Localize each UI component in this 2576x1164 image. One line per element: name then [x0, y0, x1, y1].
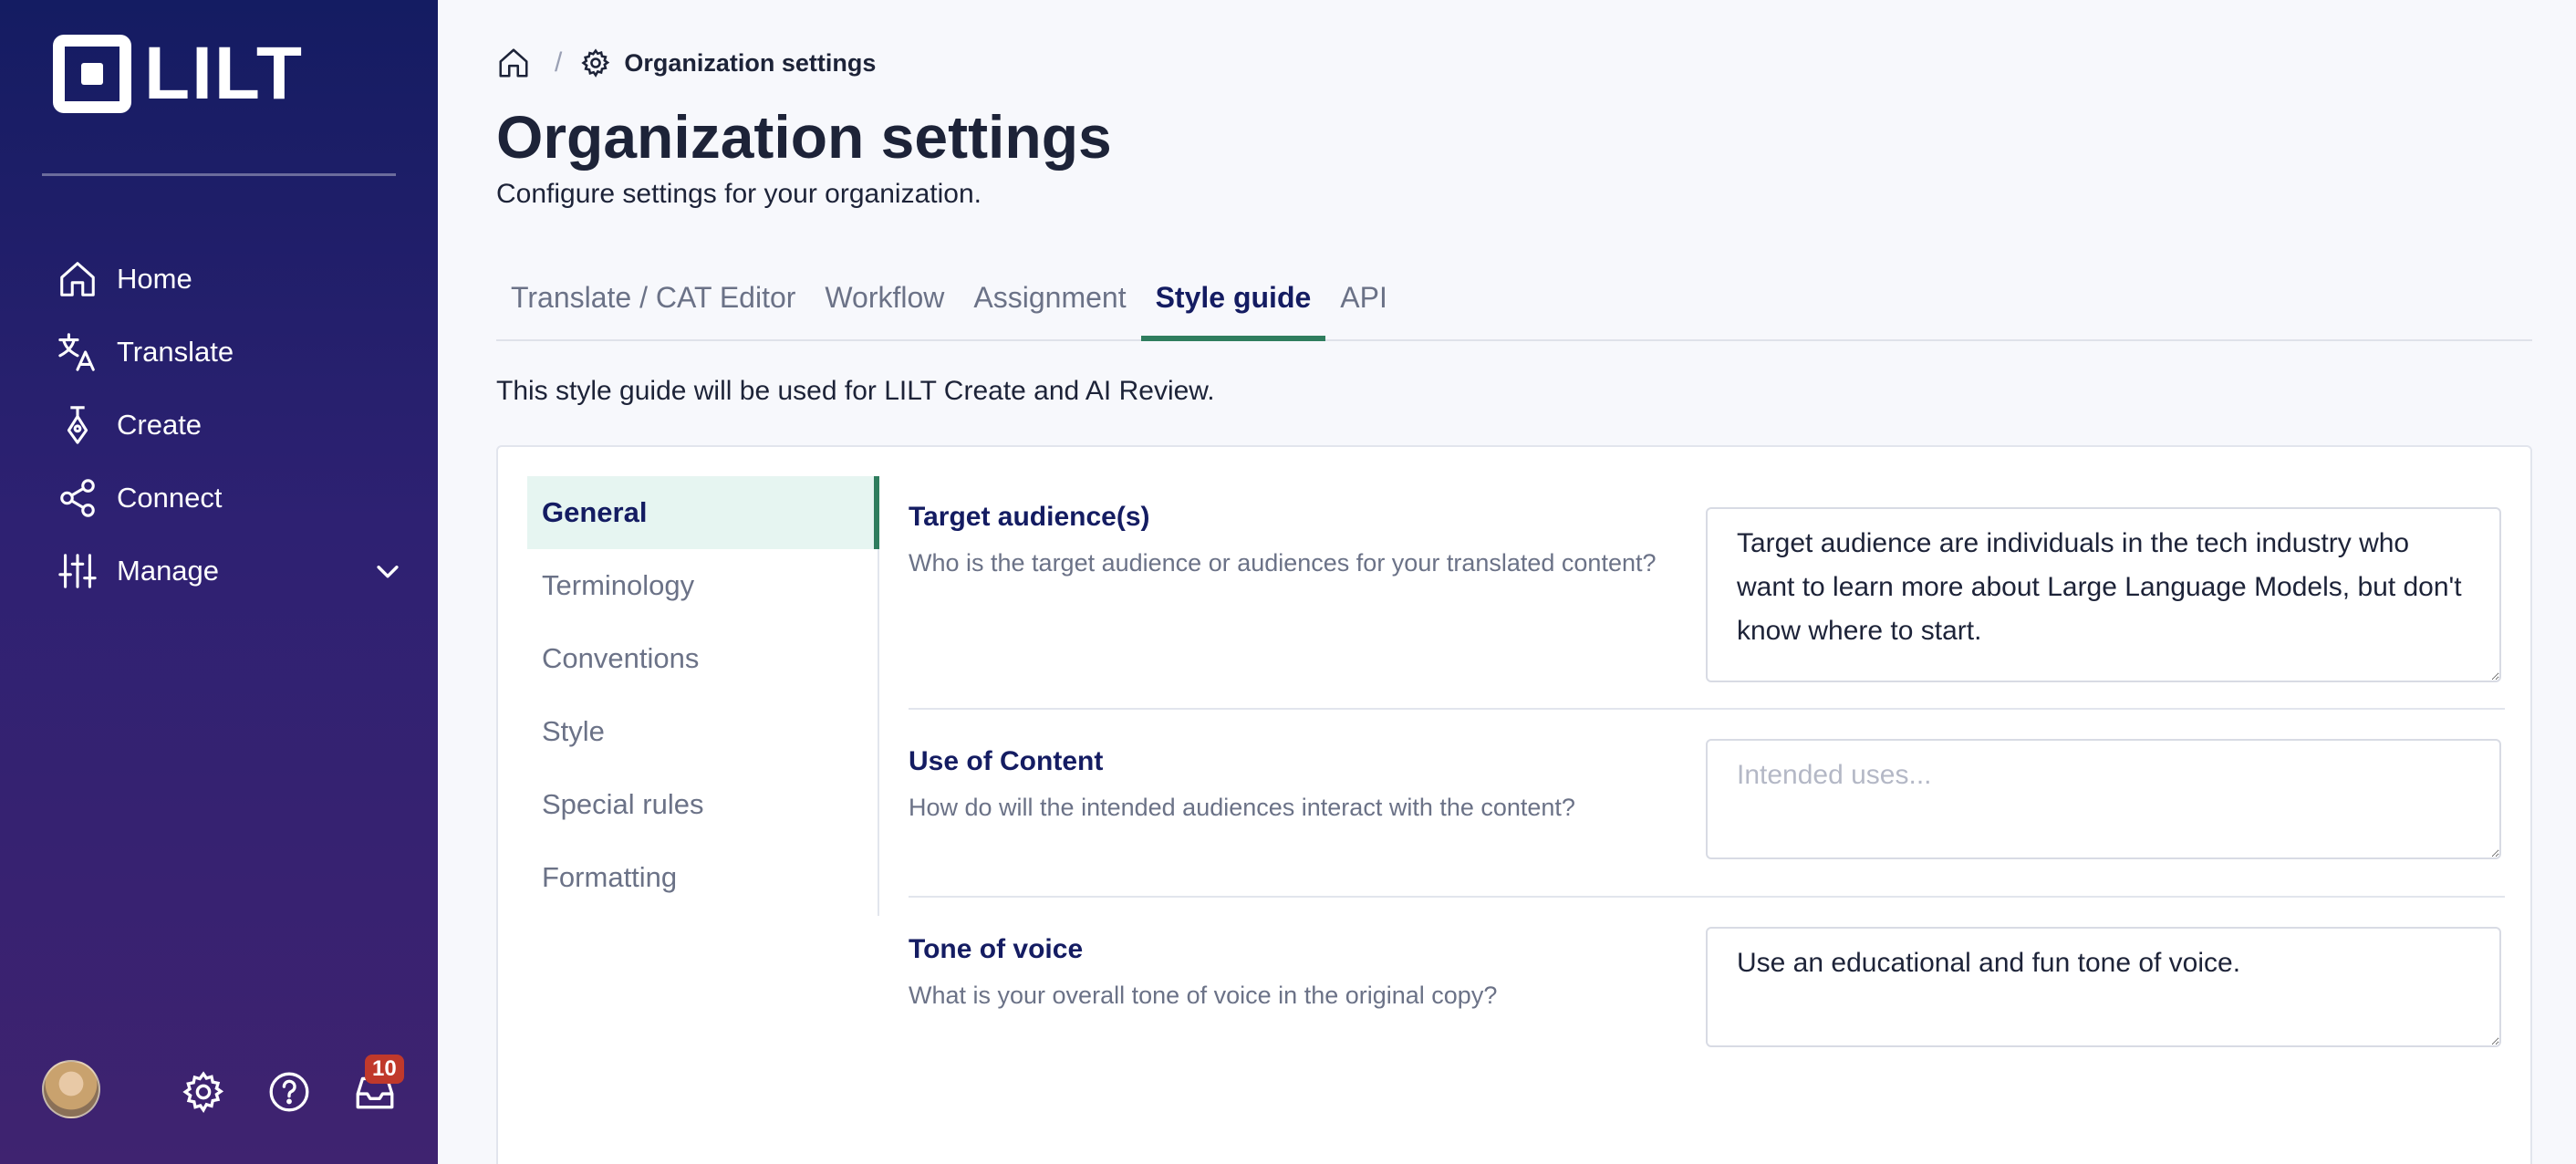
pen-nib-icon: [67, 406, 88, 444]
section-terminology[interactable]: Terminology: [527, 549, 878, 622]
sidebar-item-home[interactable]: Home: [57, 243, 403, 316]
logo-mark-icon: [53, 35, 131, 113]
sidebar-footer: 10: [42, 1055, 407, 1122]
gear-icon: [581, 48, 610, 78]
notification-badge: 10: [365, 1055, 404, 1084]
style-guide-note: This style guide will be used for LILT C…: [496, 376, 1215, 406]
field-tone-of-voice: Tone of voice What is your overall tone …: [909, 898, 2505, 1062]
general-fields: Target audience(s) Who is the target aud…: [909, 476, 2505, 1062]
sidebar-item-label: Translate: [117, 336, 234, 368]
page-subtitle: Configure settings for your organization…: [496, 179, 982, 209]
tone-of-voice-input[interactable]: Use an educational and fun tone of voice…: [1706, 927, 2501, 1047]
tab-translate-cat-editor[interactable]: Translate / CAT Editor: [496, 266, 810, 341]
field-help: How do will the intended audiences inter…: [909, 794, 1575, 821]
style-guide-card: General Terminology Conventions Style Sp…: [496, 445, 2532, 1164]
home-icon: [60, 262, 95, 296]
avatar[interactable]: [42, 1060, 100, 1118]
home-icon[interactable]: [496, 46, 531, 80]
use-of-content-input[interactable]: [1706, 739, 2501, 859]
sidebar-item-connect[interactable]: Connect: [57, 462, 403, 535]
field-target-audience: Target audience(s) Who is the target aud…: [909, 476, 2505, 710]
main-nav: Home Translate Create Connect Manage: [57, 243, 403, 608]
section-conventions[interactable]: Conventions: [527, 622, 878, 695]
sidebar-divider: [42, 173, 396, 176]
tab-workflow[interactable]: Workflow: [810, 266, 959, 341]
sidebar-item-translate[interactable]: Translate: [57, 316, 403, 389]
chevron-down-icon[interactable]: [372, 556, 403, 587]
breadcrumb-current: Organization settings: [624, 48, 877, 77]
field-help: Who is the target audience or audiences …: [909, 549, 1657, 577]
section-formatting[interactable]: Formatting: [527, 841, 878, 914]
translate-icon: [58, 333, 95, 371]
target-audience-input[interactable]: Target audience are individuals in the t…: [1706, 507, 2501, 682]
field-label: Target audience(s): [909, 502, 1150, 532]
share-nodes-icon: [60, 479, 95, 517]
field-label: Tone of voice: [909, 934, 1084, 964]
sliders-icon: [58, 554, 97, 588]
sidebar-item-label: Create: [117, 409, 203, 441]
section-general[interactable]: General: [527, 476, 879, 549]
sidebar-item-label: Manage: [117, 555, 220, 587]
field-label: Use of Content: [909, 746, 1104, 776]
breadcrumb: / Organization settings: [496, 46, 876, 80]
sidebar-item-label: Home: [117, 263, 192, 295]
sidebar-item-label: Connect: [117, 482, 223, 514]
section-style[interactable]: Style: [527, 695, 878, 768]
page-title: Organization settings: [496, 103, 1112, 171]
tab-assignment[interactable]: Assignment: [959, 266, 1140, 341]
gear-icon[interactable]: [181, 1069, 226, 1115]
breadcrumb-separator: /: [555, 47, 563, 78]
style-guide-sections: General Terminology Conventions Style Sp…: [527, 476, 879, 916]
logo-text: LILT: [144, 32, 304, 115]
field-help: What is your overall tone of voice in th…: [909, 982, 1498, 1009]
section-special-rules[interactable]: Special rules: [527, 768, 878, 841]
tab-style-guide[interactable]: Style guide: [1140, 266, 1326, 341]
sidebar-item-create[interactable]: Create: [57, 389, 403, 462]
settings-tabs: Translate / CAT Editor Workflow Assignme…: [496, 266, 2532, 341]
tab-api[interactable]: API: [1325, 266, 1402, 341]
sidebar: LILT Home Translate Create Connect Manag…: [0, 0, 438, 1164]
lilt-logo[interactable]: LILT: [53, 35, 304, 113]
field-use-of-content: Use of Content How do will the intended …: [909, 710, 2505, 898]
sidebar-item-manage[interactable]: Manage: [57, 535, 403, 608]
help-icon[interactable]: [266, 1069, 312, 1115]
